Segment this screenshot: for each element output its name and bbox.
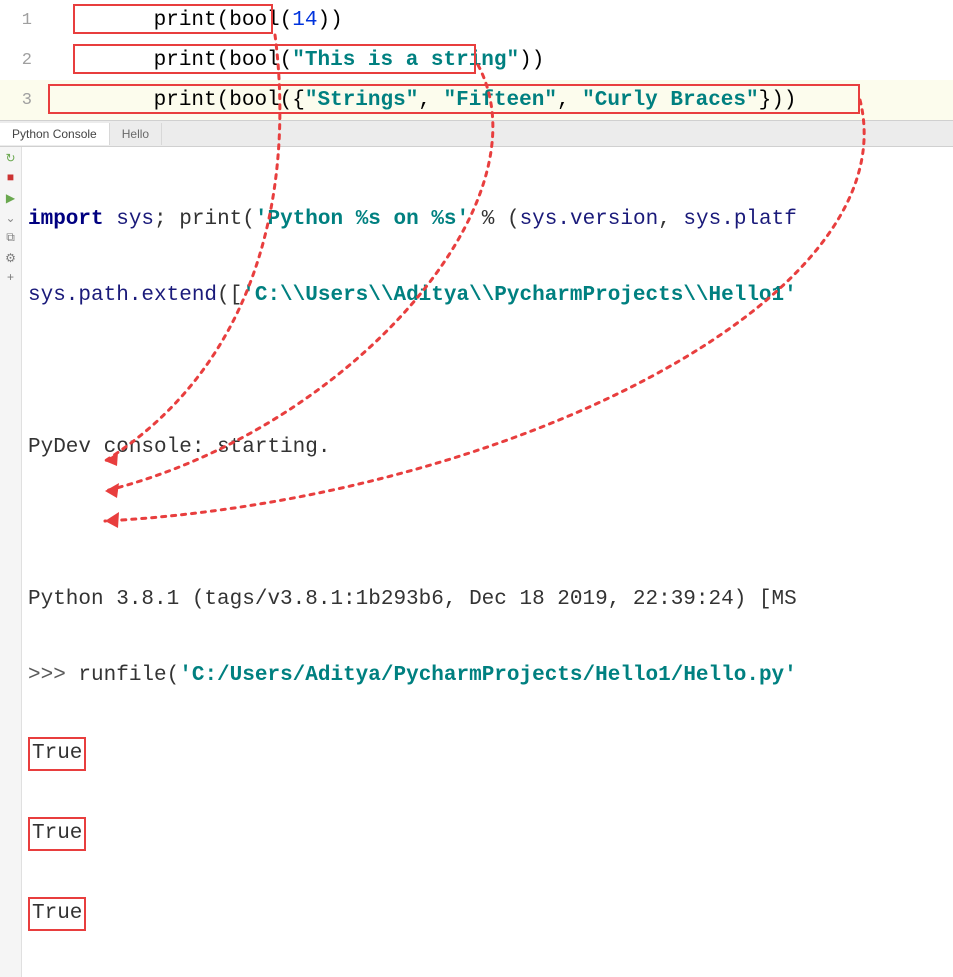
console-toolbar: ↻ ■ ▶ ⌄ ⧉ ⚙ + <box>0 147 22 977</box>
console-line: >>> runfile('C:/Users/Aditya/PycharmProj… <box>28 661 953 691</box>
code-content[interactable]: print(bool({"Strings", "Fifteen", "Curly… <box>48 66 953 135</box>
console-output-line: True <box>28 817 953 851</box>
token-fn: runfile <box>78 664 166 687</box>
token-comma: , <box>658 208 683 231</box>
token-paren: , <box>557 89 582 112</box>
token-paren: )) <box>771 89 796 112</box>
run-icon[interactable]: ▶ <box>4 191 18 205</box>
token-paren: , <box>418 89 443 112</box>
token-string: "Curly Braces" <box>582 89 758 112</box>
prompt: >>> <box>28 664 78 687</box>
console-output-line: True <box>28 897 953 931</box>
token-paren: ( <box>280 89 293 112</box>
token-id: sys.version <box>520 208 659 231</box>
token-id: sys.path.extend <box>28 284 217 307</box>
token-text: ; <box>154 208 179 231</box>
output-true-2: True <box>28 817 86 851</box>
token-string: 'C:/Users/Aditya/PycharmProjects/Hello1/… <box>179 664 797 687</box>
token-string: 'C:\\Users\\Aditya\\PycharmProjects\\Hel… <box>242 284 797 307</box>
output-true-3: True <box>28 897 86 931</box>
output-true-1: True <box>28 737 86 771</box>
debug-icon[interactable]: ⌄ <box>4 211 18 225</box>
token-paren: ([ <box>217 284 242 307</box>
rerun-icon[interactable]: ↻ <box>4 151 18 165</box>
token-keyword: import <box>28 208 104 231</box>
code-editor[interactable]: 1 print(bool(14)) 2 print(bool("This is … <box>0 0 953 121</box>
token-fn: print <box>179 208 242 231</box>
token-id: sys <box>104 208 154 231</box>
console-output[interactable]: import sys; print('Python %s on %s' % (s… <box>22 147 953 977</box>
console-blank <box>28 509 953 539</box>
code-line-3[interactable]: 3 print(bool({"Strings", "Fifteen", "Cur… <box>0 80 953 120</box>
console-line: Python 3.8.1 (tags/v3.8.1:1b293b6, Dec 1… <box>28 585 953 615</box>
console-line: sys.path.extend(['C:\\Users\\Aditya\\Pyc… <box>28 281 953 311</box>
line-number: 1 <box>0 11 48 30</box>
add-icon[interactable]: + <box>4 271 18 285</box>
token-paren: ( <box>167 664 180 687</box>
console-text: PyDev console: starting. <box>28 436 330 459</box>
console-line: PyDev console: starting. <box>28 433 953 463</box>
token-id: sys.platf <box>683 208 796 231</box>
line-number: 3 <box>0 91 48 110</box>
token-fn: print <box>154 89 217 112</box>
token-paren: ( <box>242 208 255 231</box>
console-output-line: True <box>28 737 953 771</box>
token-fn: bool <box>229 89 279 112</box>
history-icon[interactable]: ⧉ <box>4 231 18 245</box>
console-blank <box>28 357 953 387</box>
token-op: % ( <box>469 208 519 231</box>
token-brace: { <box>292 89 305 112</box>
console-text: Python 3.8.1 (tags/v3.8.1:1b293b6, Dec 1… <box>28 588 797 611</box>
stop-icon[interactable]: ■ <box>4 171 18 185</box>
token-string: "Fifteen" <box>444 89 557 112</box>
settings-icon[interactable]: ⚙ <box>4 251 18 265</box>
token-string: "Strings" <box>305 89 418 112</box>
token-paren: ( <box>217 89 230 112</box>
token-brace: } <box>759 89 772 112</box>
line-number: 2 <box>0 51 48 70</box>
console-line: import sys; print('Python %s on %s' % (s… <box>28 205 953 235</box>
token-string: 'Python %s on %s' <box>255 208 469 231</box>
